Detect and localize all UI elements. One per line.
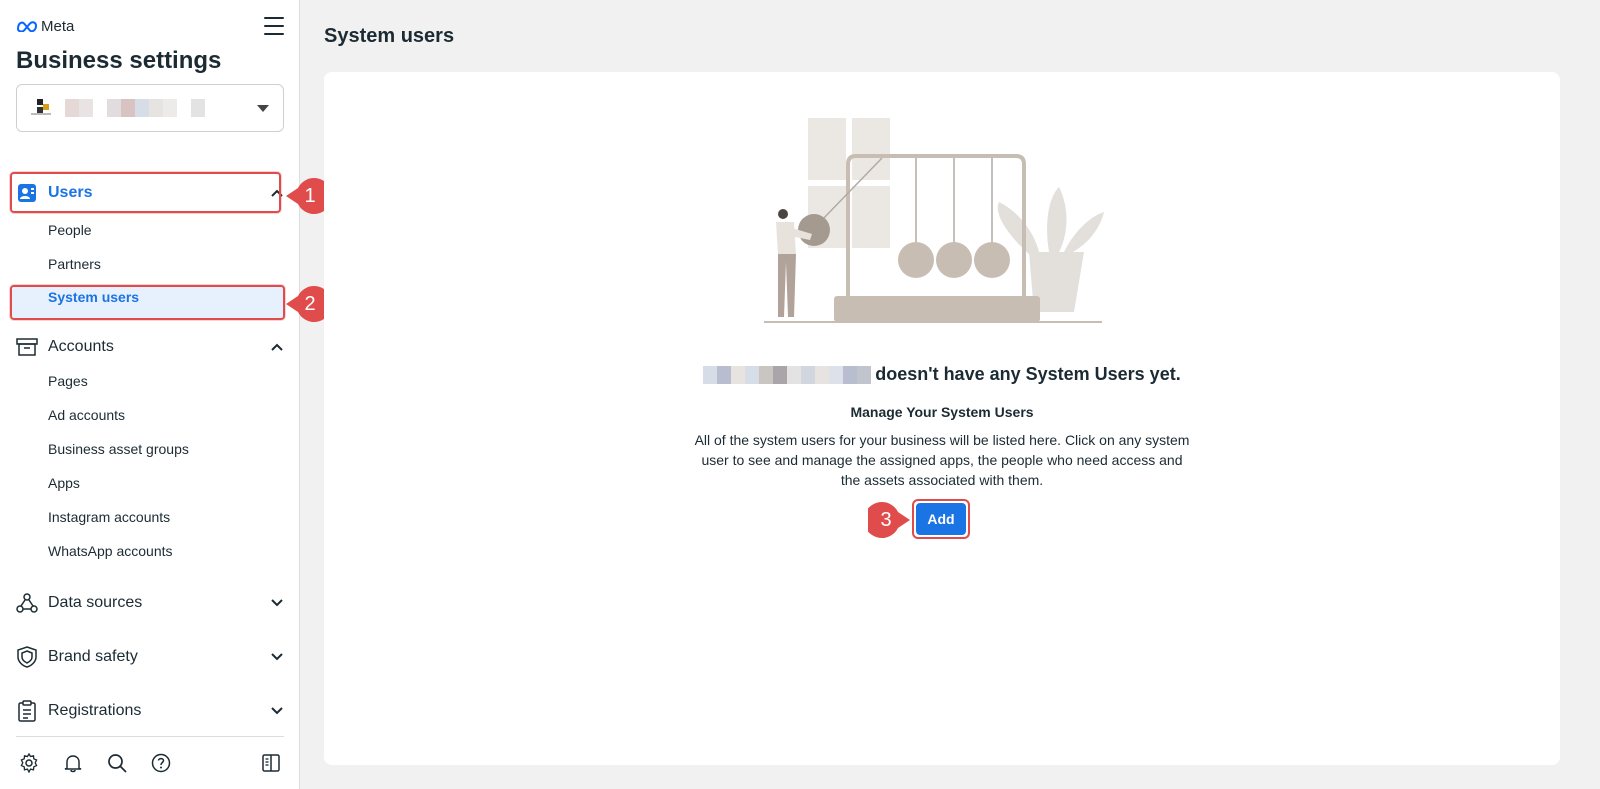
nav-item-whatsapp-accounts[interactable]: WhatsApp accounts (48, 543, 173, 559)
sidebar: Meta Business settings Users People Part… (0, 0, 300, 789)
meta-wordmark: Meta (41, 17, 75, 35)
scrollbar[interactable] (1592, 0, 1600, 789)
business-name-redacted (703, 365, 872, 384)
empty-state-title-text: doesn't have any System Users yet. (875, 364, 1181, 384)
annotation-badge-2: 2 (284, 284, 328, 324)
shield-icon (16, 646, 38, 668)
annotation-badge-1: 1 (284, 176, 328, 216)
archive-box-icon (16, 336, 38, 358)
data-sources-icon (16, 592, 38, 614)
nav-item-business-asset-groups[interactable]: Business asset groups (48, 441, 189, 457)
nav-data-sources[interactable]: Data sources (16, 584, 284, 622)
business-selector-dropdown[interactable] (16, 84, 284, 132)
caret-down-icon (257, 104, 269, 112)
nav-registrations[interactable]: Registrations (16, 692, 284, 730)
business-name-redacted (65, 99, 205, 117)
sidebar-footer (18, 752, 282, 774)
page-title: System users (324, 25, 455, 47)
empty-state-card: doesn't have any System Users yet. Manag… (324, 72, 1560, 765)
annotation-highlight-add (912, 499, 970, 539)
nav-item-apps[interactable]: Apps (48, 475, 80, 491)
clipboard-icon (16, 700, 38, 722)
sidebar-divider (16, 736, 284, 737)
business-avatar (31, 99, 51, 117)
panel-toggle-icon[interactable] (260, 752, 282, 774)
nav-brand-safety-label: Brand safety (48, 648, 138, 665)
annotation-highlight-users (10, 172, 281, 213)
empty-state-title: doesn't have any System Users yet. (324, 364, 1560, 385)
annotation-badge-3: 3 (868, 500, 912, 540)
chevron-up-icon (270, 340, 284, 354)
newtons-cradle-illustration (764, 118, 1104, 323)
help-icon[interactable] (150, 752, 172, 774)
nav-item-pages[interactable]: Pages (48, 373, 88, 389)
chevron-down-icon (270, 650, 284, 664)
meta-logo[interactable]: Meta (16, 18, 74, 35)
nav-item-ad-accounts[interactable]: Ad accounts (48, 407, 125, 423)
nav-accounts[interactable]: Accounts (16, 328, 284, 366)
empty-state-subtitle: Manage Your System Users (850, 404, 1034, 420)
annotation-highlight-system-users (10, 285, 285, 320)
nav-item-instagram-accounts[interactable]: Instagram accounts (48, 509, 170, 525)
hamburger-menu-icon[interactable] (264, 17, 284, 35)
meta-infinity-icon (16, 21, 38, 32)
nav-data-sources-label: Data sources (48, 594, 143, 611)
gear-icon[interactable] (18, 752, 40, 774)
nav-registrations-label: Registrations (48, 702, 142, 719)
chevron-down-icon (270, 704, 284, 718)
sidebar-header: Meta (16, 16, 284, 36)
nav-item-partners[interactable]: Partners (48, 256, 101, 272)
search-icon[interactable] (106, 752, 128, 774)
nav-accounts-label: Accounts (48, 338, 114, 355)
bell-icon[interactable] (62, 752, 84, 774)
page-heading: Business settings (16, 47, 222, 74)
nav-item-people[interactable]: People (48, 222, 92, 238)
empty-state-description: All of the system users for your busines… (694, 432, 1190, 488)
nav-brand-safety[interactable]: Brand safety (16, 638, 284, 676)
chevron-down-icon (270, 596, 284, 610)
